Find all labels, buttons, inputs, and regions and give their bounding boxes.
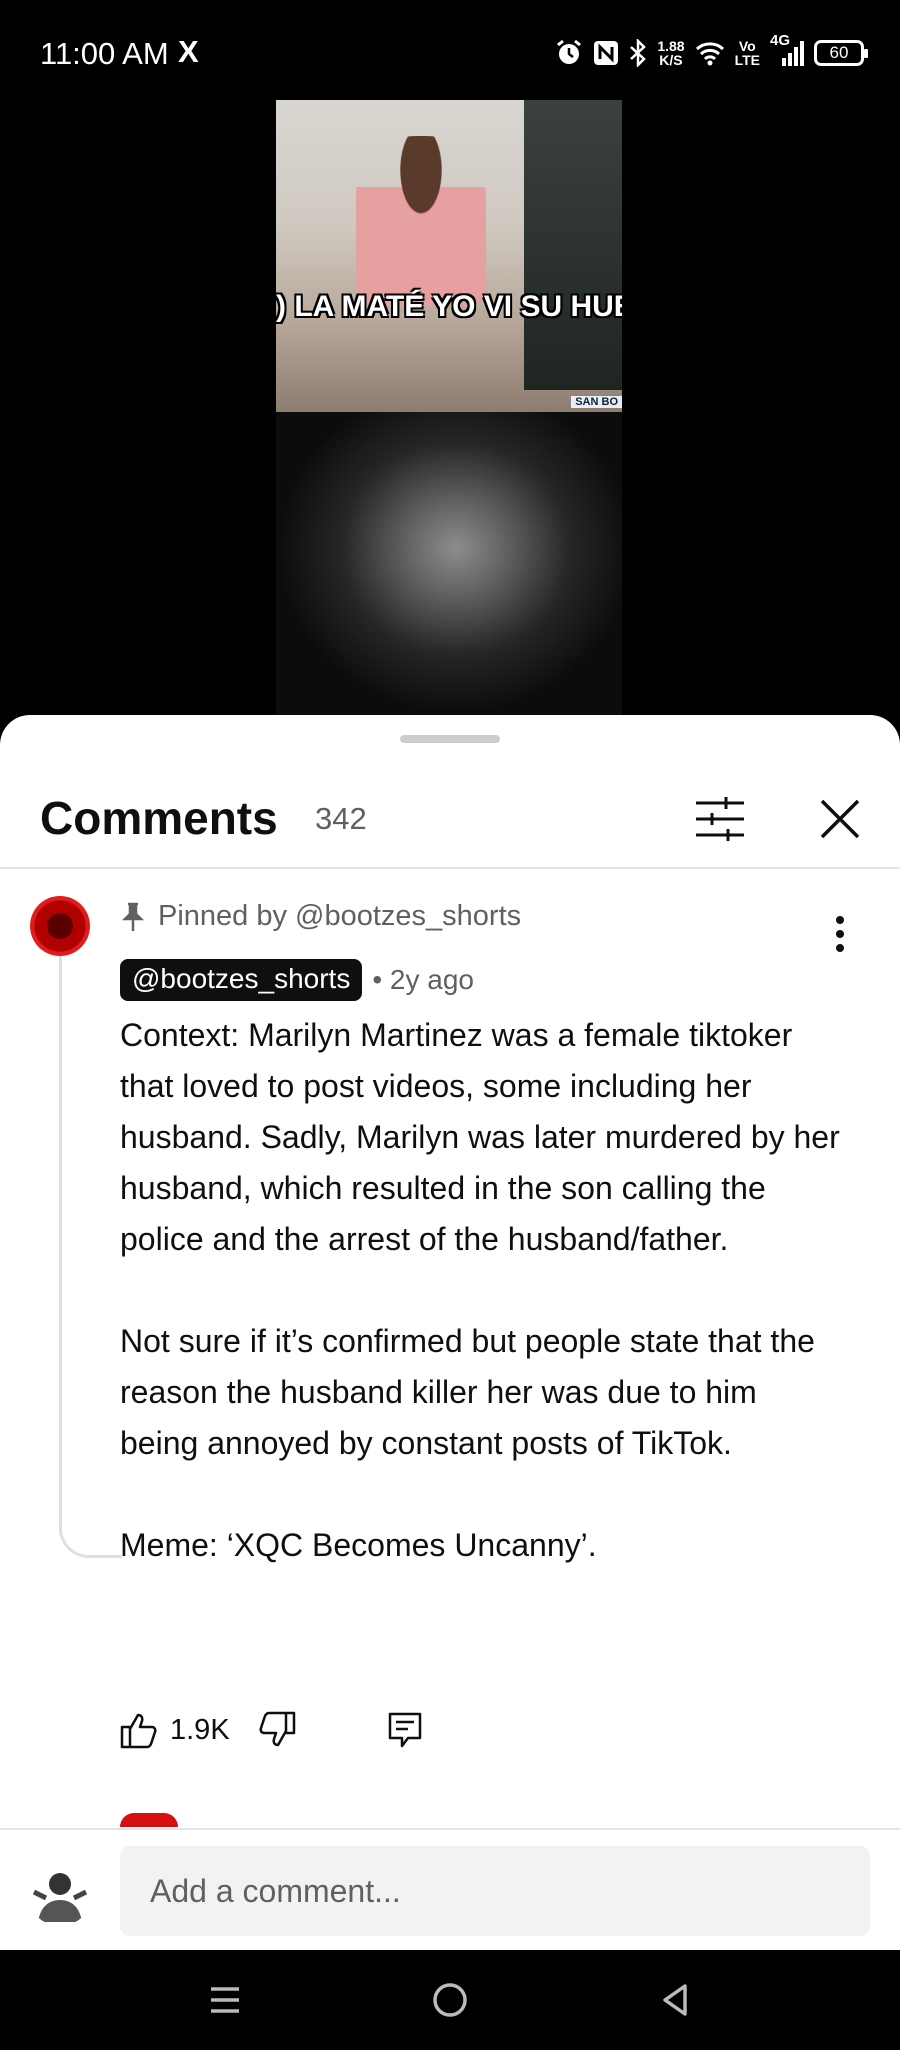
menu-icon[interactable]: [205, 1980, 245, 2020]
comment-time: • 2y ago: [372, 964, 474, 995]
comments-header: Comments 342: [0, 759, 900, 869]
wifi-icon: [695, 42, 724, 66]
avatar[interactable]: [28, 1862, 92, 1926]
reply-avatar: [120, 1813, 178, 1827]
thumb-up-icon[interactable]: [118, 1709, 160, 1751]
status-time: 11:00 AM: [40, 36, 169, 71]
bluetooth-icon: [630, 39, 647, 67]
drag-handle[interactable]: [400, 735, 500, 743]
thread-connector: [59, 1515, 122, 1558]
thread-line: [59, 955, 62, 1535]
status-bar: 11:00 AM X 1.88 K/S Vo LTE 4G 60: [0, 0, 900, 100]
system-nav-bar: [0, 1950, 900, 2050]
alarm-icon: [557, 39, 582, 64]
comment-paragraph: Context: Marilyn Martinez was a female t…: [120, 1017, 840, 1257]
x-logo-icon: X: [178, 34, 199, 69]
video-officer: [524, 100, 622, 390]
video-frame-top: ) LA MATÉ YO VI SU HUESO SAN BO: [276, 100, 622, 412]
battery-icon: 60: [814, 40, 868, 66]
comments-sheet: Comments 342 Pinned by @bootzes_shorts @…: [0, 715, 900, 1952]
reply-icon[interactable]: [384, 1709, 426, 1751]
pinned-label: Pinned by @bootzes_shorts: [122, 900, 521, 933]
comment-input[interactable]: Add a comment...: [120, 1846, 870, 1936]
comment-meta: @bootzes_shorts • 2y ago: [120, 959, 474, 1001]
comment-paragraph: Meme: ‘XQC Becomes Uncanny’.: [120, 1527, 597, 1563]
volte-indicator: Vo LTE: [734, 38, 760, 68]
filter-icon[interactable]: [688, 787, 752, 851]
author-handle[interactable]: @bootzes_shorts: [120, 959, 363, 1001]
comments-title: Comments: [40, 792, 278, 844]
video-person: [356, 136, 486, 306]
nfc-icon: [594, 41, 619, 65]
signal-icon: 4G: [770, 32, 804, 68]
comment-body: Context: Marilyn Martinez was a female t…: [120, 1010, 840, 1571]
pinned-by-text: Pinned by @bootzes_shorts: [158, 900, 522, 932]
comments-count: 342: [315, 801, 367, 836]
video-preview[interactable]: ) LA MATÉ YO VI SU HUESO SAN BO: [276, 100, 622, 715]
status-icons: 1.88 K/S Vo LTE 4G 60: [555, 32, 868, 68]
close-icon[interactable]: [808, 787, 872, 851]
video-caption: ) LA MATÉ YO VI SU HUESO: [276, 290, 622, 323]
like-count: 1.9K: [170, 1713, 230, 1746]
net-speed: 1.88 K/S: [657, 38, 685, 68]
comment-paragraph: Not sure if it’s confirmed but people st…: [120, 1323, 815, 1461]
channel-watermark: SAN BO: [571, 396, 622, 408]
video-frame-bottom: [276, 412, 622, 715]
avatar[interactable]: [30, 896, 90, 956]
back-icon[interactable]: [655, 1980, 695, 2020]
comment-composer: Add a comment...: [0, 1828, 900, 1952]
pin-icon: [122, 902, 144, 931]
more-vert-icon[interactable]: [820, 905, 860, 965]
home-icon[interactable]: [430, 1980, 470, 2020]
comment-actions: 1.9K: [118, 1700, 426, 1760]
thumb-down-icon[interactable]: [256, 1709, 298, 1751]
